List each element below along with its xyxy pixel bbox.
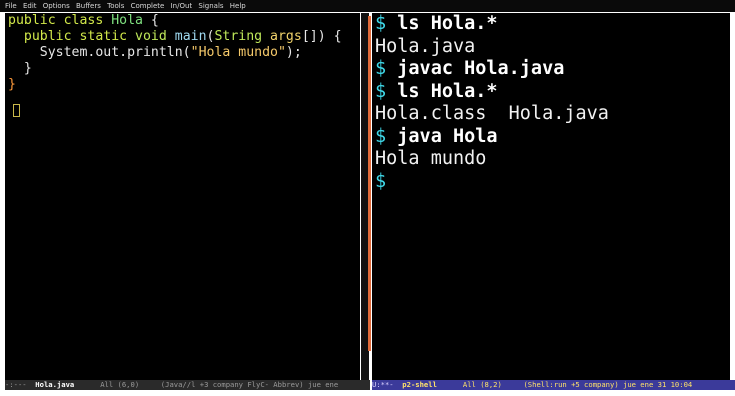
text-segment: ); [285, 45, 302, 60]
code-line: public static void main(String args[]) { [8, 29, 342, 44]
shell-command: java Hola [397, 125, 498, 147]
shell-line: Hola.class Hola.java [375, 103, 609, 124]
text-segment: } [8, 61, 32, 76]
menu-options[interactable]: Options [43, 2, 70, 10]
text-cursor [13, 104, 20, 117]
shell-line: $ ls Hola.* [375, 13, 498, 34]
code-line: } [8, 77, 16, 92]
shell-line: $ ls Hola.* [375, 81, 498, 102]
mode-line-status: -:--- [5, 380, 36, 389]
emacs-window: File Edit Options Buffers Tools Complete… [0, 0, 735, 396]
shell-prompt: $ [375, 170, 387, 192]
mode-line-shell[interactable]: U:**- p2-shell All (8,2) (Shell:run +5 c… [372, 380, 735, 390]
text-segment: void [135, 29, 175, 44]
text-segment: { [142, 13, 159, 28]
mode-line-buffer-name[interactable]: p2-shell [402, 380, 437, 389]
text-segment: Hola.java [375, 35, 476, 57]
mode-line-modes[interactable]: (Shell:run +5 company) jue ene 31 10:04 [523, 380, 692, 389]
mode-line-position: All (8,2) [436, 380, 524, 389]
shell-prompt: $ [375, 13, 398, 34]
shell-line: $ javac Hola.java [375, 58, 564, 79]
code-line: System.out.println("Hola mundo"); [8, 45, 302, 60]
text-segment: args [270, 29, 302, 44]
menu-complete[interactable]: Complete [131, 2, 165, 10]
text-segment: Hola [111, 13, 143, 28]
mode-line-buffer-name[interactable]: Hola.java [35, 380, 74, 389]
menu-inout[interactable]: In/Out [171, 2, 193, 10]
text-segment: public static [8, 29, 136, 44]
text-segment: Hola.class Hola.java [375, 103, 609, 124]
mode-line-status: U:**- [372, 380, 403, 389]
menu-help[interactable]: Help [230, 2, 246, 10]
editor-pane[interactable]: public class Hola { public static void m… [5, 13, 360, 380]
shell-line: $ [375, 171, 386, 192]
text-segment: []) { [301, 29, 342, 44]
menu-edit[interactable]: Edit [23, 2, 37, 10]
java-source-code[interactable]: public class Hola { public static void m… [8, 13, 342, 93]
text-segment: "Hola mundo" [190, 45, 286, 60]
text-segment: public class [8, 13, 112, 28]
text-segment: System.out.println( [8, 45, 191, 60]
mode-line-modes[interactable]: (Java//l +3 company FlyC- Abbrev) jue en… [161, 380, 338, 389]
menu-file[interactable]: File [5, 2, 17, 10]
menu-signals[interactable]: Signals [198, 2, 223, 10]
shell-command: ls Hola.* [397, 13, 498, 34]
mode-line-position: All (6,0) [74, 380, 161, 389]
shell-prompt: $ [375, 58, 398, 79]
code-line: } [8, 61, 32, 76]
scrollbar-thumb[interactable] [368, 16, 371, 351]
menu-bar: File Edit Options Buffers Tools Complete… [0, 0, 735, 12]
shell-prompt: $ [375, 80, 398, 102]
menu-buffers[interactable]: Buffers [76, 2, 101, 10]
mode-line-editor[interactable]: -:--- Hola.java All (6,0) (Java//l +3 co… [5, 380, 370, 390]
shell-line: Hola.java [375, 36, 475, 57]
shell-command: javac Hola.java [397, 58, 565, 79]
menu-tools[interactable]: Tools [107, 2, 124, 10]
shell-prompt: $ [375, 125, 398, 147]
shell-command: ls Hola.* [397, 80, 498, 102]
shell-pane[interactable]: $ ls Hola.* Hola.java $ javac Hola.java … [372, 13, 730, 380]
code-line: public class Hola { [8, 13, 159, 28]
shell-output[interactable]: $ ls Hola.* Hola.java $ javac Hola.java … [375, 13, 609, 193]
text-segment: main [174, 29, 207, 44]
text-segment: } [8, 77, 16, 92]
shell-line: $ java Hola [375, 126, 498, 147]
text-segment: String [214, 29, 271, 44]
text-segment: Hola mundo [375, 148, 487, 169]
shell-line: Hola mundo [375, 148, 486, 169]
